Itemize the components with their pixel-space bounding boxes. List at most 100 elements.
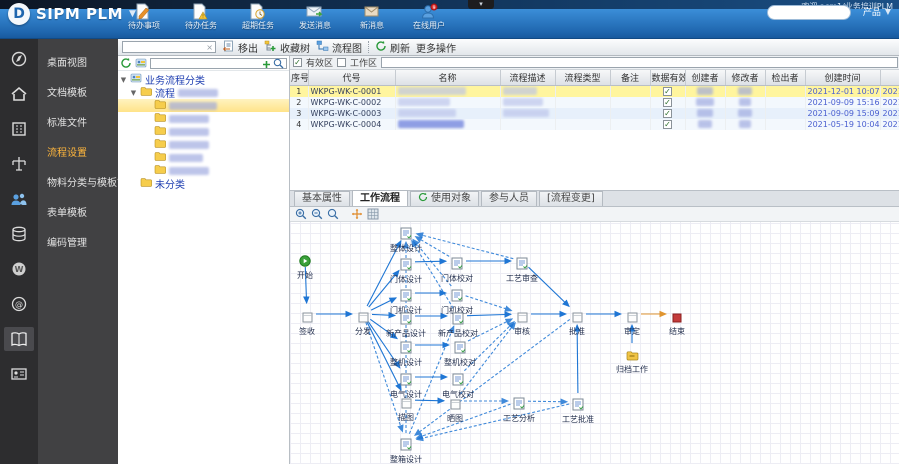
toolbar-button-刷新[interactable]: 刷新 xyxy=(375,40,410,55)
toolbar-button-移出[interactable]: 移出 xyxy=(222,40,258,55)
column-header-序号[interactable]: 序号 xyxy=(290,70,309,86)
flow-node-整体设计[interactable]: 整体设计 xyxy=(374,225,438,253)
tab-[流程变更][interactable]: [流程变更] xyxy=(539,191,603,206)
send-mail-icon xyxy=(304,2,326,20)
tab-使用对象[interactable]: 使用对象 xyxy=(410,191,479,206)
tree-search-input[interactable] xyxy=(150,57,287,69)
sidebar-menu-item-5[interactable]: 表单模板 xyxy=(38,199,118,229)
clear-icon[interactable]: × xyxy=(206,42,213,53)
column-header-流程描述[interactable]: 流程描述 xyxy=(500,70,556,86)
row-valid-checkbox[interactable]: ✓ xyxy=(663,86,672,96)
table-row[interactable]: 3WKPG-WK-C-0003✓2021-09-09 15:092021-12-… xyxy=(290,107,899,119)
flow-node-整机校对[interactable]: 整机校对 xyxy=(428,339,492,367)
add-icon[interactable] xyxy=(262,54,271,73)
column-header-创建者[interactable]: 创建者 xyxy=(685,70,726,86)
work-area-checkbox[interactable] xyxy=(337,58,347,67)
rail-users-icon[interactable] xyxy=(4,187,34,211)
flow-node-工艺审查[interactable]: 工艺审查 xyxy=(490,255,554,283)
table-row[interactable]: 1WKPG-WK-C-0001✓2021-12-01 10:072021-12-… xyxy=(290,85,899,97)
tree-view-icon[interactable] xyxy=(135,54,147,73)
tab-基本属性[interactable]: 基本属性 xyxy=(294,191,350,206)
top-toolbar-online-users[interactable]: 9 在线用户 xyxy=(405,2,453,31)
top-toolbar-label: 待办事项 xyxy=(128,21,160,30)
column-header-流程类型[interactable]: 流程类型 xyxy=(555,70,611,86)
zoom-in-icon[interactable] xyxy=(295,208,307,220)
top-toolbar-todo-items[interactable]: 待办事项 xyxy=(120,2,168,31)
column-header-名称[interactable]: 名称 xyxy=(395,70,501,86)
flow-node-晒图[interactable]: 晒图 xyxy=(423,395,487,423)
row-valid-checkbox[interactable]: ✓ xyxy=(663,108,672,118)
toolbar-collapse-tab[interactable]: ▾ xyxy=(468,0,494,9)
rail-book-icon[interactable] xyxy=(4,327,34,351)
flow-node-归档工作[interactable]: 归档工作 xyxy=(600,346,664,374)
flow-node-结束[interactable]: 结束 xyxy=(645,308,709,336)
tree-branch[interactable]: ▼ 流程 xyxy=(118,86,289,100)
sidebar-menu-item-0[interactable]: 桌面视图 xyxy=(38,49,118,79)
tree-filter-input[interactable]: × xyxy=(122,41,216,53)
quick-filter-input[interactable] xyxy=(381,57,898,68)
rail-structure-icon[interactable] xyxy=(4,152,34,176)
flow-node-工艺分析[interactable]: 工艺分析 xyxy=(487,395,551,423)
global-search-input[interactable] xyxy=(767,5,851,20)
workflow-canvas[interactable]: 开始 签收 分发 整体设计 门体设计 门机设计 新产品设计 整机设计 电气设计 描图 整箱设计 门体校… xyxy=(290,222,899,464)
grid-icon[interactable] xyxy=(367,208,379,220)
rail-at-icon[interactable]: @ xyxy=(4,292,34,316)
sidebar-menu-item-6[interactable]: 编码管理 xyxy=(38,229,118,259)
toolbar-button-流程图[interactable]: 流程图 xyxy=(316,40,362,55)
valid-area-checkbox[interactable]: ✓ xyxy=(293,58,302,67)
rail-badge-w-icon[interactable]: W xyxy=(4,257,34,281)
toolbar-button-收藏树[interactable]: 收藏树 xyxy=(264,40,310,55)
tree-leaf-0[interactable] xyxy=(118,99,289,112)
rail-compass-icon[interactable] xyxy=(4,47,34,71)
flow-node-门体校对[interactable]: 门体校对 xyxy=(425,255,489,283)
tab-参与人员[interactable]: 参与人员 xyxy=(481,191,537,206)
top-toolbar-todo-tasks[interactable]: ! 待办任务 xyxy=(177,2,225,31)
tree-root[interactable]: ▼ 业务流程分类 xyxy=(118,73,289,87)
toolbar-button-更多操作[interactable]: 更多操作 xyxy=(416,40,456,55)
flow-node-新产品校对[interactable]: 新产品校对 xyxy=(426,310,490,338)
tab-工作流程[interactable]: 工作流程 xyxy=(352,190,408,206)
column-header-代号[interactable]: 代号 xyxy=(308,70,396,86)
flow-node-签收[interactable]: 签收 xyxy=(275,308,339,336)
table-row[interactable]: 4WKPG-WK-C-0004✓2021-05-19 10:042021-12-… xyxy=(290,118,899,130)
tree-expand-icon[interactable]: ▼ xyxy=(130,89,137,97)
tree-leaf-1[interactable] xyxy=(118,112,289,125)
top-toolbar-overdue-tasks[interactable]: 超期任务 xyxy=(234,2,282,31)
column-header-数据有效[interactable]: 数据有效 xyxy=(650,70,686,86)
column-header-创建时间[interactable]: 创建时间 xyxy=(805,70,881,86)
zoom-out-icon[interactable] xyxy=(311,208,323,220)
search-scope-dropdown[interactable]: 产品 ▼ xyxy=(863,5,891,18)
move-icon[interactable] xyxy=(351,208,363,220)
table-row[interactable]: 2WKPG-WK-C-0002✓2021-09-09 15:162021-12-… xyxy=(290,96,899,108)
sidebar-menu-item-4[interactable]: 物料分类与模板管理 xyxy=(38,169,118,199)
column-header-检出者[interactable]: 检出者 xyxy=(765,70,806,86)
rail-building-icon[interactable] xyxy=(4,117,34,141)
flow-node-开始[interactable]: 开始 xyxy=(273,252,337,280)
column-header-备注[interactable]: 备注 xyxy=(610,70,651,86)
sidebar-menu-item-3[interactable]: 流程设置 xyxy=(38,139,118,169)
app-logo[interactable]: D SIPM PLM ▼ xyxy=(8,3,136,25)
column-header-修改者[interactable]: 修改者 xyxy=(725,70,766,86)
search-icon[interactable] xyxy=(273,54,284,73)
top-toolbar-send-message[interactable]: 发送消息 xyxy=(291,2,339,31)
rail-database-icon[interactable] xyxy=(4,222,34,246)
tree-leaf-2[interactable] xyxy=(118,125,289,138)
row-valid-checkbox[interactable]: ✓ xyxy=(663,97,672,107)
tree-expand-icon[interactable]: ▼ xyxy=(120,76,127,84)
zoom-fit-icon[interactable] xyxy=(327,208,339,220)
row-valid-checkbox[interactable]: ✓ xyxy=(663,119,672,129)
rail-home-icon[interactable] xyxy=(4,82,34,106)
sidebar-menu-item-1[interactable]: 文档模板 xyxy=(38,79,118,109)
tree-leaf-4[interactable] xyxy=(118,151,289,164)
doc-node-icon xyxy=(400,225,412,244)
tree-leaf-5[interactable] xyxy=(118,164,289,177)
tree-unclassified[interactable]: 未分类 xyxy=(118,177,289,191)
column-header-修改时间[interactable]: 修改时间 xyxy=(880,70,899,86)
top-toolbar-new-message[interactable]: 新消息 xyxy=(348,2,396,31)
tree-leaf-3[interactable] xyxy=(118,138,289,151)
sidebar-menu-item-2[interactable]: 标准文件 xyxy=(38,109,118,139)
rail-idcard-icon[interactable] xyxy=(4,362,34,386)
tree-refresh-icon[interactable] xyxy=(120,54,132,73)
flow-node-工艺批准[interactable]: 工艺批准 xyxy=(546,396,610,424)
flow-node-整箱设计[interactable]: 整箱设计 xyxy=(374,436,438,464)
